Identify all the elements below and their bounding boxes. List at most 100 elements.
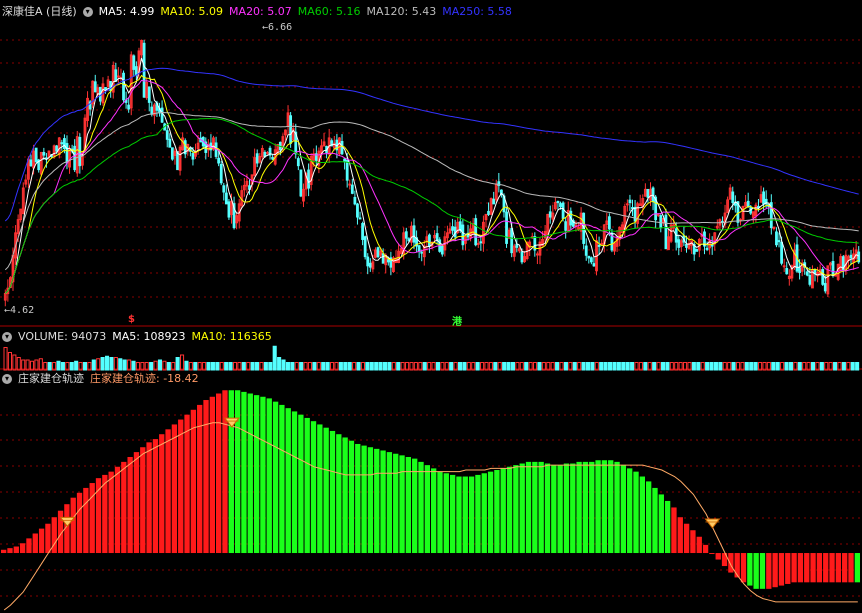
low-price-value: 4.62	[10, 305, 35, 316]
candle-body	[474, 218, 478, 246]
volume-bar	[12, 354, 17, 371]
indicator-bar	[266, 398, 272, 554]
volume-bar	[343, 362, 348, 371]
volume-bar	[263, 362, 268, 371]
indicator-bar	[589, 461, 595, 554]
indicator-bar	[639, 476, 645, 554]
ma5-line	[4, 57, 859, 294]
volume-bar	[572, 362, 577, 371]
candle-body	[63, 138, 66, 149]
indicator-bar	[728, 553, 734, 573]
indicator-bar	[709, 553, 715, 555]
candle-body	[435, 233, 439, 240]
candle-body	[631, 207, 634, 210]
indicator-value: 庄家建仓轨迹: -18.42	[90, 372, 199, 385]
indicator-bar	[468, 476, 475, 554]
main-header: 深康佳A (日线) ▾ MA5: 4.99 MA10: 5.09 MA20: 5…	[2, 4, 512, 20]
candle-body	[299, 169, 303, 197]
volume-bar	[643, 362, 648, 371]
indicator-bar	[209, 396, 215, 554]
candle-body	[559, 203, 562, 207]
candle-body	[479, 241, 483, 244]
candle-body	[556, 200, 560, 204]
indicator-bar	[633, 471, 639, 554]
candle-body	[695, 249, 699, 252]
indicator-bar	[778, 553, 785, 586]
indicator-bar	[361, 445, 367, 554]
indicator-bar	[241, 391, 247, 554]
candle-body	[160, 107, 164, 123]
indicator-bar	[576, 461, 582, 554]
volume-bar	[502, 362, 507, 371]
ma10-label: MA10: 5.09	[160, 5, 224, 18]
volume-bar	[74, 360, 79, 371]
indicator-bar	[810, 553, 816, 583]
candle-body	[104, 87, 107, 90]
indicator-bar	[367, 447, 374, 554]
volume-bar	[378, 362, 383, 371]
volume-bar	[69, 362, 74, 371]
indicator-bar	[696, 536, 702, 554]
volume-bar	[365, 362, 370, 371]
candle-body	[222, 185, 226, 193]
volume-bar	[184, 360, 189, 371]
candle-body	[587, 255, 591, 259]
candle-body	[366, 256, 370, 267]
candle-body	[746, 200, 750, 207]
candle-body	[785, 268, 789, 275]
candle-body	[266, 151, 269, 154]
event-marker-gang[interactable]: 港	[452, 313, 462, 328]
candle-body	[165, 130, 169, 140]
indicator-bar	[785, 553, 791, 584]
indicator-bar	[747, 553, 753, 586]
candle-body	[510, 228, 514, 254]
candle-body	[461, 224, 465, 246]
volume-bar	[555, 362, 560, 371]
volume-bar	[104, 355, 110, 371]
volume-ma10-label: MA10: 116365	[191, 330, 272, 343]
candle-body	[492, 198, 496, 205]
options-icon[interactable]: ▾	[82, 7, 93, 17]
volume-bar	[753, 362, 758, 371]
candle-body	[849, 254, 853, 259]
candle-body	[122, 72, 125, 101]
indicator-bar	[13, 546, 19, 554]
candle-body	[147, 86, 151, 103]
volume-bar	[338, 362, 343, 371]
candle-body	[404, 231, 408, 239]
volume-bar	[382, 362, 388, 371]
candle-body	[798, 267, 801, 273]
indicator-bar	[804, 553, 810, 583]
volume-bar	[215, 362, 220, 371]
indicator-bar	[690, 530, 696, 554]
indicator-bar	[190, 409, 197, 554]
candle-body	[150, 106, 154, 115]
volume-bar	[166, 362, 171, 371]
ma20-label: MA20: 5.07	[229, 5, 292, 18]
candle-body	[451, 226, 454, 231]
indicator-bar	[854, 553, 860, 583]
indicator-bar	[431, 468, 437, 554]
event-marker-s[interactable]: $	[128, 314, 135, 325]
candle-body	[34, 147, 38, 163]
volume-bar	[713, 362, 718, 371]
ma60-line	[4, 118, 859, 294]
volume-bar	[599, 362, 604, 371]
indicator-bar	[216, 393, 222, 554]
volume-options-icon[interactable]: ▾	[2, 332, 12, 342]
indicator-bar	[532, 461, 538, 554]
indicator-bar	[323, 427, 329, 554]
indicator-options-icon[interactable]: ▾	[2, 374, 12, 384]
candle-body	[805, 271, 809, 276]
candle-body	[255, 153, 259, 164]
candle-body	[821, 269, 825, 285]
volume-bar	[374, 362, 379, 371]
indicator-bar	[228, 390, 234, 554]
indicator-bar	[702, 544, 709, 554]
volume-bar	[771, 362, 776, 371]
indicator-bar	[279, 404, 285, 554]
indicator-bar	[443, 473, 449, 554]
candle-body	[368, 262, 372, 268]
volume-bar	[149, 362, 154, 371]
volume-bar	[590, 362, 595, 371]
